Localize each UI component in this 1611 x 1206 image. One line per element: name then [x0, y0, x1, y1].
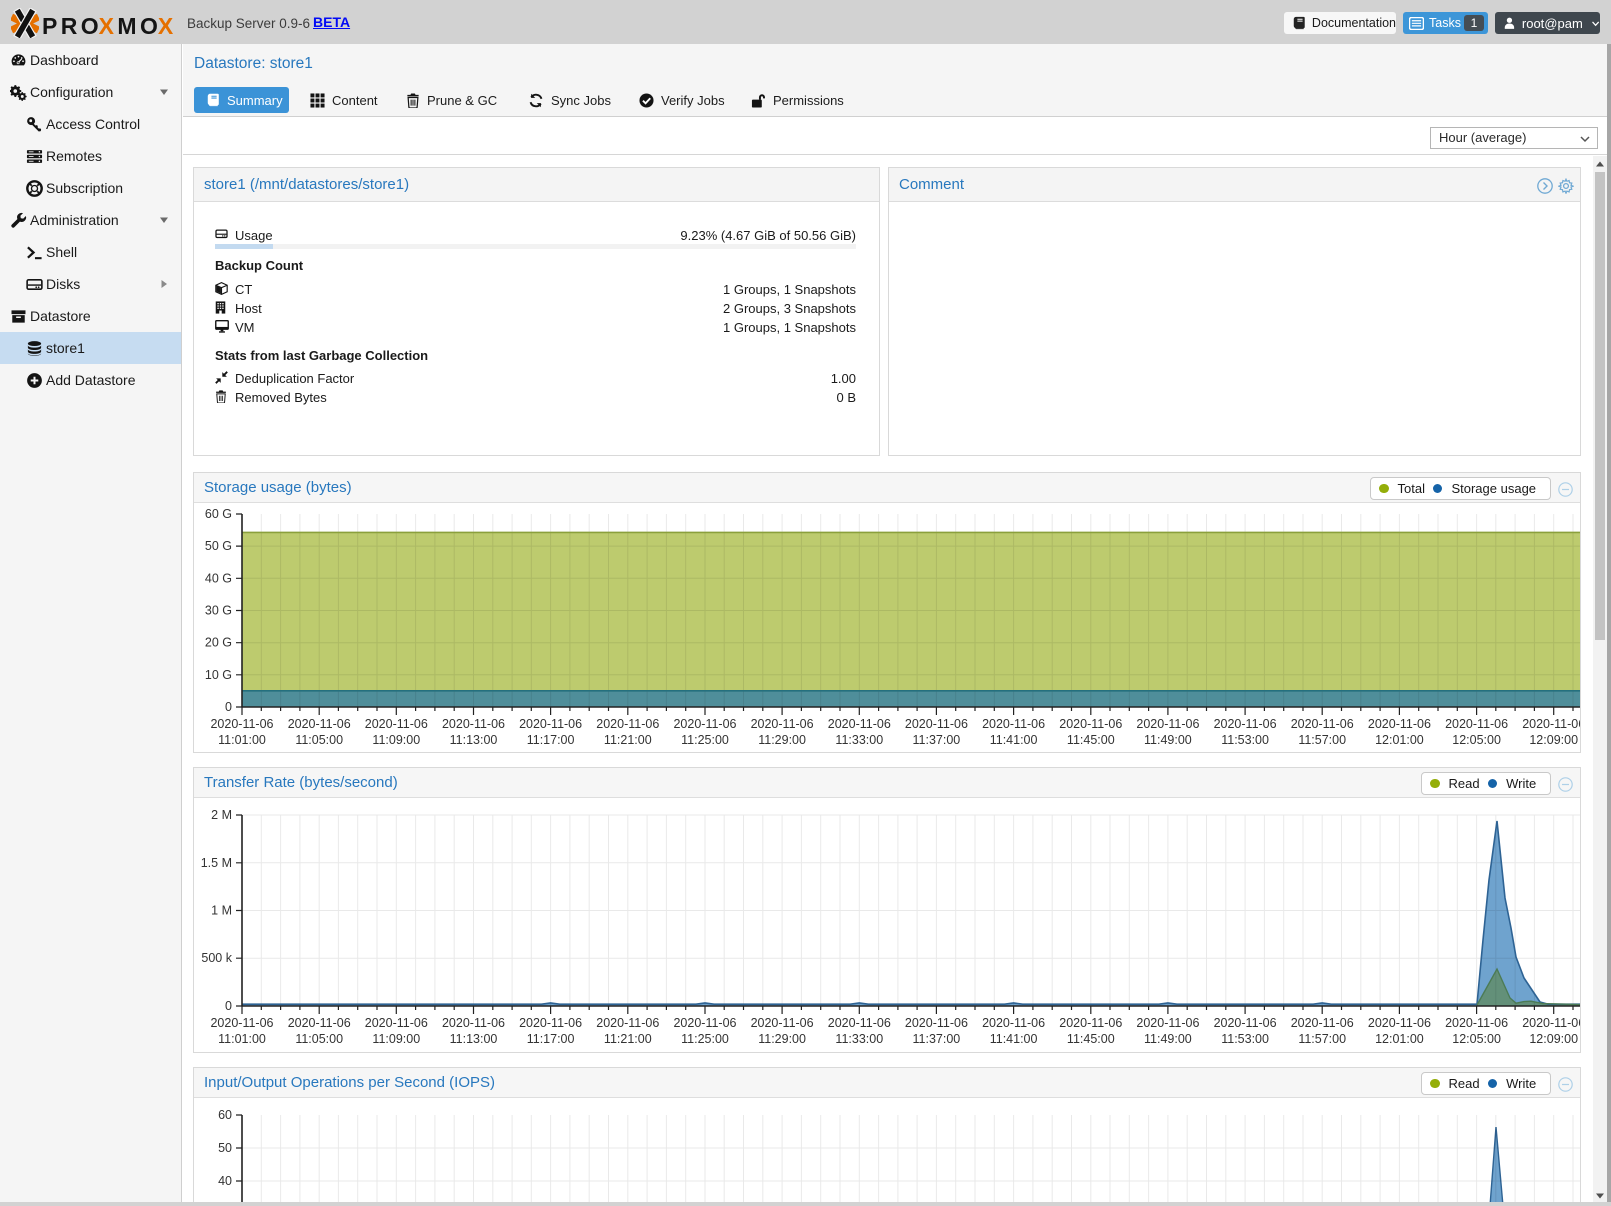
svg-text:1.5 M: 1.5 M: [201, 856, 232, 870]
svg-text:2020-11-06: 2020-11-06: [596, 717, 659, 731]
svg-text:50 G: 50 G: [205, 539, 232, 553]
svg-text:11:53:00: 11:53:00: [1221, 733, 1269, 747]
svg-text:2020-11-06: 2020-11-06: [210, 717, 273, 731]
svg-text:11:49:00: 11:49:00: [1144, 1032, 1192, 1046]
svg-text:2020-11-06: 2020-11-06: [905, 1016, 968, 1030]
svg-text:11:25:00: 11:25:00: [681, 733, 729, 747]
svg-text:11:05:00: 11:05:00: [295, 1032, 343, 1046]
svg-text:11:37:00: 11:37:00: [913, 1032, 961, 1046]
svg-text:2 M: 2 M: [211, 808, 232, 822]
svg-text:2020-11-06: 2020-11-06: [1059, 717, 1122, 731]
svg-text:11:45:00: 11:45:00: [1067, 1032, 1115, 1046]
svg-text:11:09:00: 11:09:00: [372, 1032, 420, 1046]
svg-text:11:17:00: 11:17:00: [527, 1032, 575, 1046]
svg-text:11:33:00: 11:33:00: [835, 733, 883, 747]
svg-text:2020-11-06: 2020-11-06: [1214, 717, 1277, 731]
svg-text:2020-11-06: 2020-11-06: [1136, 1016, 1199, 1030]
svg-text:2020-11-06: 2020-11-06: [982, 1016, 1045, 1030]
svg-text:30 G: 30 G: [205, 604, 232, 618]
svg-text:2020-11-06: 2020-11-06: [519, 717, 582, 731]
svg-text:60: 60: [218, 1108, 232, 1122]
svg-text:2020-11-06: 2020-11-06: [1368, 1016, 1431, 1030]
svg-text:11:05:00: 11:05:00: [295, 733, 343, 747]
svg-text:2020-11-06: 2020-11-06: [288, 717, 351, 731]
svg-text:2020-11-06: 2020-11-06: [1445, 717, 1508, 731]
svg-text:2020-11-06: 2020-11-06: [751, 1016, 814, 1030]
svg-text:2020-11-06: 2020-11-06: [982, 717, 1045, 731]
svg-text:11:33:00: 11:33:00: [835, 1032, 883, 1046]
svg-text:11:53:00: 11:53:00: [1221, 1032, 1269, 1046]
svg-text:11:57:00: 11:57:00: [1298, 733, 1346, 747]
svg-text:50: 50: [218, 1141, 232, 1155]
svg-text:2020-11-06: 2020-11-06: [1214, 1016, 1277, 1030]
svg-text:11:09:00: 11:09:00: [372, 733, 420, 747]
svg-text:11:49:00: 11:49:00: [1144, 733, 1192, 747]
svg-text:2020-11-06: 2020-11-06: [596, 1016, 659, 1030]
svg-text:60 G: 60 G: [205, 507, 232, 521]
svg-text:40 G: 40 G: [205, 571, 232, 585]
svg-text:11:13:00: 11:13:00: [450, 1032, 498, 1046]
svg-text:11:17:00: 11:17:00: [527, 733, 575, 747]
svg-text:0: 0: [225, 999, 232, 1013]
svg-text:11:37:00: 11:37:00: [913, 733, 961, 747]
svg-text:2020-11-06: 2020-11-06: [751, 717, 814, 731]
svg-text:11:41:00: 11:41:00: [990, 733, 1038, 747]
svg-text:2020-11-06: 2020-11-06: [1368, 717, 1431, 731]
svg-text:2020-11-06: 2020-11-06: [365, 1016, 428, 1030]
svg-text:20 G: 20 G: [205, 636, 232, 650]
svg-text:500 k: 500 k: [201, 951, 232, 965]
svg-text:12:05:00: 12:05:00: [1452, 733, 1501, 747]
svg-text:11:21:00: 11:21:00: [604, 1032, 652, 1046]
svg-text:2020-11-06: 2020-11-06: [828, 717, 891, 731]
svg-text:2020-11-06: 2020-11-06: [673, 717, 736, 731]
svg-text:2020-11-06: 2020-11-06: [210, 1016, 273, 1030]
svg-text:12:01:00: 12:01:00: [1375, 1032, 1424, 1046]
svg-text:2020-11-06: 2020-11-06: [905, 717, 968, 731]
svg-text:11:29:00: 11:29:00: [758, 733, 806, 747]
svg-text:10 G: 10 G: [205, 668, 232, 682]
svg-text:2020-11-06: 2020-11-06: [442, 717, 505, 731]
svg-text:11:01:00: 11:01:00: [218, 733, 266, 747]
svg-text:2020-11-06: 2020-11-06: [365, 717, 428, 731]
svg-text:11:01:00: 11:01:00: [218, 1032, 266, 1046]
svg-text:11:45:00: 11:45:00: [1067, 733, 1115, 747]
svg-text:11:29:00: 11:29:00: [758, 1032, 806, 1046]
svg-text:40: 40: [218, 1174, 232, 1188]
svg-text:2020-11-06: 2020-11-06: [519, 1016, 582, 1030]
svg-text:2020-11-06: 2020-11-06: [828, 1016, 891, 1030]
svg-text:11:41:00: 11:41:00: [990, 1032, 1038, 1046]
svg-text:11:25:00: 11:25:00: [681, 1032, 729, 1046]
svg-text:2020-11-06: 2020-11-06: [1059, 1016, 1122, 1030]
svg-text:11:57:00: 11:57:00: [1298, 1032, 1346, 1046]
svg-text:2020-11-06: 2020-11-06: [1291, 1016, 1354, 1030]
svg-text:2020-11-06: 2020-11-06: [1522, 1016, 1580, 1030]
svg-text:12:05:00: 12:05:00: [1452, 1032, 1501, 1046]
svg-text:2020-11-06: 2020-11-06: [1136, 717, 1199, 731]
svg-text:1 M: 1 M: [211, 904, 232, 918]
svg-text:11:21:00: 11:21:00: [604, 733, 652, 747]
svg-text:2020-11-06: 2020-11-06: [1445, 1016, 1508, 1030]
svg-text:12:01:00: 12:01:00: [1375, 733, 1424, 747]
svg-text:2020-11-06: 2020-11-06: [1522, 717, 1580, 731]
svg-text:0: 0: [225, 700, 232, 714]
svg-text:2020-11-06: 2020-11-06: [1291, 717, 1354, 731]
svg-text:2020-11-06: 2020-11-06: [442, 1016, 505, 1030]
svg-text:12:09:00: 12:09:00: [1529, 1032, 1578, 1046]
svg-text:2020-11-06: 2020-11-06: [673, 1016, 736, 1030]
svg-text:12:09:00: 12:09:00: [1529, 733, 1578, 747]
svg-text:2020-11-06: 2020-11-06: [288, 1016, 351, 1030]
svg-text:11:13:00: 11:13:00: [450, 733, 498, 747]
